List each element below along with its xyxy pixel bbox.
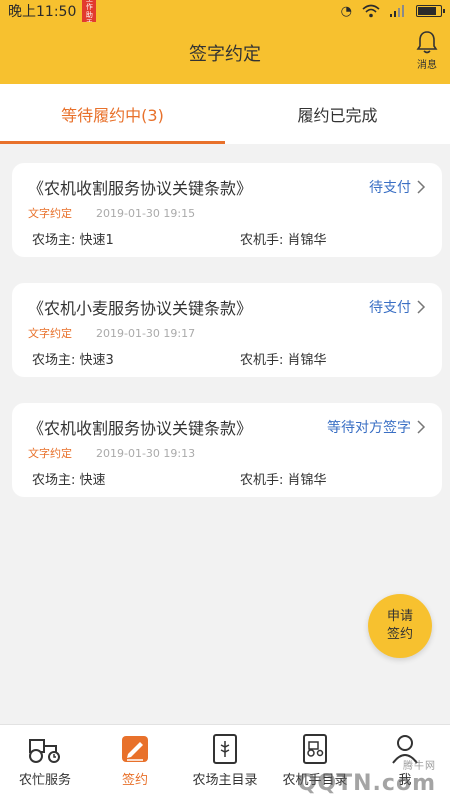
contract-type-tag: 文字约定 xyxy=(28,447,72,460)
nav-item-farm-service[interactable]: 农忙服务 xyxy=(0,725,90,800)
farm-owner: 农场主: 快速 xyxy=(32,473,106,488)
contract-title: 《农机小麦服务协议关键条款》 xyxy=(28,299,253,318)
farm-directory-icon xyxy=(213,734,237,764)
watermark: 腾牛网 QQTN.com xyxy=(297,761,436,796)
farm-owner: 农场主: 快速1 xyxy=(32,233,114,248)
contract-status-label: 待支付 xyxy=(369,180,411,196)
apply-sign-line2: 签约 xyxy=(386,627,413,642)
contract-status[interactable]: 等待对方签字 xyxy=(327,417,426,437)
contract-card[interactable]: 《农机小麦服务协议关键条款》 待支付 文字约定 2019-01-30 19:17… xyxy=(12,283,442,377)
alarm-icon: ◔ xyxy=(340,3,352,19)
nav-item-farm-directory[interactable]: 农场主目录 xyxy=(180,725,270,800)
bell-icon xyxy=(416,31,438,54)
contract-title: 《农机收割服务协议关键条款》 xyxy=(28,419,253,438)
tab-bar: 等待履约中(3) 履约已完成 xyxy=(0,84,450,144)
wifi-icon xyxy=(362,4,380,18)
chevron-right-icon xyxy=(417,420,426,434)
battery-icon xyxy=(416,5,445,17)
page-title: 签字约定 xyxy=(189,44,261,65)
tab-completed[interactable]: 履约已完成 xyxy=(225,84,450,144)
chevron-right-icon xyxy=(417,300,426,314)
watermark-sub: 腾牛网 xyxy=(403,761,436,772)
chevron-right-icon xyxy=(417,180,426,194)
status-bar: 晚上11:50 工作助手 ◔ xyxy=(0,0,450,28)
status-icons: ◔ xyxy=(340,3,445,19)
contract-status[interactable]: 待支付 xyxy=(369,177,426,197)
contract-status-label: 待支付 xyxy=(369,300,411,316)
contract-date: 2019-01-30 19:17 xyxy=(96,326,196,340)
signal-icon xyxy=(390,5,404,17)
nav-label-sign: 签约 xyxy=(121,773,148,788)
farm-owner: 农场主: 快速3 xyxy=(32,353,114,368)
watermark-text: QQTN.com xyxy=(297,771,436,796)
contract-date: 2019-01-30 19:13 xyxy=(96,446,196,460)
contract-date: 2019-01-30 19:15 xyxy=(96,206,196,220)
machine-operator: 农机手: 肖锦华 xyxy=(240,353,327,368)
tab-pending-label: 等待履约中(3) xyxy=(61,106,164,125)
tab-pending[interactable]: 等待履约中(3) xyxy=(0,84,225,144)
contract-type-tag: 文字约定 xyxy=(28,327,72,340)
machine-operator: 农机手: 肖锦华 xyxy=(240,473,327,488)
contract-title: 《农机收割服务协议关键条款》 xyxy=(28,179,253,198)
contract-status-label: 等待对方签字 xyxy=(327,420,411,436)
apply-sign-button[interactable]: 申请 签约 xyxy=(368,594,432,658)
contract-card[interactable]: 《农机收割服务协议关键条款》 待支付 文字约定 2019-01-30 19:15… xyxy=(12,163,442,257)
status-time: 晚上11:50 xyxy=(8,4,77,20)
operator-directory-icon xyxy=(303,734,327,764)
contract-type-tag: 文字约定 xyxy=(28,207,72,220)
header: 签字约定 消息 xyxy=(0,22,450,84)
nav-label-farm-service: 农忙服务 xyxy=(18,773,71,788)
nav-label-farm-directory: 农场主目录 xyxy=(192,773,258,788)
contract-status[interactable]: 待支付 xyxy=(369,297,426,317)
machine-operator: 农机手: 肖锦华 xyxy=(240,233,327,248)
sign-icon xyxy=(122,736,148,762)
nav-item-sign[interactable]: 签约 xyxy=(90,725,180,800)
messages-button[interactable]: 消息 xyxy=(416,30,438,71)
tractor-icon xyxy=(29,739,60,763)
messages-label: 消息 xyxy=(417,60,437,71)
tab-completed-label: 履约已完成 xyxy=(297,106,378,125)
contract-card[interactable]: 《农机收割服务协议关键条款》 等待对方签字 文字约定 2019-01-30 19… xyxy=(12,403,442,497)
apply-sign-line1: 申请 xyxy=(386,609,413,624)
